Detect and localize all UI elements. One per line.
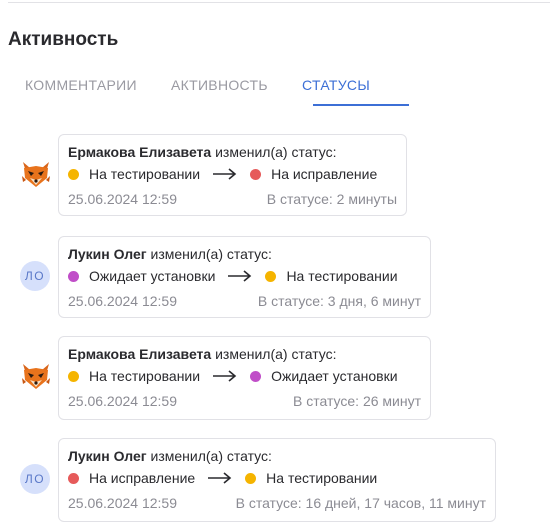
change-author-line: Ермакова Елизавета изменил(а) статус: [68, 346, 337, 362]
timestamp: 25.06.2024 12:59 [68, 293, 177, 309]
action-text: изменил(а) статус: [150, 246, 272, 262]
from-status-dot [68, 370, 79, 382]
tab-statuses[interactable]: СТАТУСЫ [302, 77, 370, 93]
status-change-card: Ермакова Елизавета изменил(а) статус: На… [58, 134, 407, 216]
status-transition: На тестировании На исправление [68, 166, 377, 182]
to-status-label: Ожидает установки [271, 368, 398, 384]
to-status-label: На исправление [271, 166, 378, 182]
fox-avatar-icon [20, 360, 50, 390]
status-change-card: Лукин Олег изменил(а) статус: Ожидает ус… [58, 236, 431, 318]
from-status-label: На исправление [89, 470, 196, 486]
arrow-right-icon [213, 370, 237, 382]
from-status-label: Ожидает установки [89, 268, 216, 284]
status-duration: В статусе: 16 дней, 17 часов, 11 минут [235, 495, 486, 511]
change-author-line: Лукин Олег изменил(а) статус: [68, 448, 272, 464]
author-name[interactable]: Ермакова Елизавета [68, 144, 211, 160]
from-status-dot [68, 472, 79, 484]
to-status-dot [250, 370, 262, 382]
timestamp: 25.06.2024 12:59 [68, 495, 177, 511]
status-transition: На исправление На тестировании [68, 470, 377, 486]
change-author-line: Ермакова Елизавета изменил(а) статус: [68, 144, 337, 160]
action-text: изменил(а) статус: [215, 144, 337, 160]
tab-activity[interactable]: АКТИВНОСТЬ [171, 77, 268, 93]
to-status-label: На тестировании [266, 470, 378, 486]
active-tab-indicator [313, 104, 409, 106]
status-transition: На тестировании Ожидает установки [68, 368, 398, 384]
from-status-dot [68, 168, 79, 180]
top-divider [8, 2, 550, 3]
fox-avatar-icon [20, 158, 50, 188]
avatar: ЛО [20, 261, 50, 291]
timestamp: 25.06.2024 12:59 [68, 393, 177, 409]
from-status-label: На тестировании [89, 368, 201, 384]
section-title: Активность [8, 29, 119, 50]
arrow-right-icon [208, 472, 232, 484]
status-duration: В статусе: 26 минут [293, 393, 421, 409]
from-status-dot [68, 270, 79, 282]
timestamp: 25.06.2024 12:59 [68, 191, 177, 207]
status-transition: Ожидает установки На тестировании [68, 268, 398, 284]
author-name[interactable]: Лукин Олег [68, 448, 147, 464]
status-duration: В статусе: 3 дня, 6 минут [257, 293, 421, 309]
tab-comments[interactable]: КОММЕНТАРИИ [25, 77, 137, 93]
to-status-dot [245, 472, 257, 484]
to-status-dot [265, 270, 277, 282]
from-status-label: На тестировании [89, 166, 201, 182]
arrow-right-icon [228, 270, 252, 282]
action-text: изменил(а) статус: [150, 448, 272, 464]
author-name[interactable]: Ермакова Елизавета [68, 346, 211, 362]
arrow-right-icon [213, 168, 237, 180]
to-status-label: На тестировании [286, 268, 398, 284]
action-text: изменил(а) статус: [215, 346, 337, 362]
change-author-line: Лукин Олег изменил(а) статус: [68, 246, 272, 262]
avatar: ЛО [20, 464, 50, 494]
status-duration: В статусе: 2 минуты [266, 191, 397, 207]
author-name[interactable]: Лукин Олег [68, 246, 147, 262]
to-status-dot [250, 168, 262, 180]
status-change-card: Лукин Олег изменил(а) статус: На исправл… [58, 438, 496, 522]
status-change-card: Ермакова Елизавета изменил(а) статус: На… [58, 336, 431, 420]
